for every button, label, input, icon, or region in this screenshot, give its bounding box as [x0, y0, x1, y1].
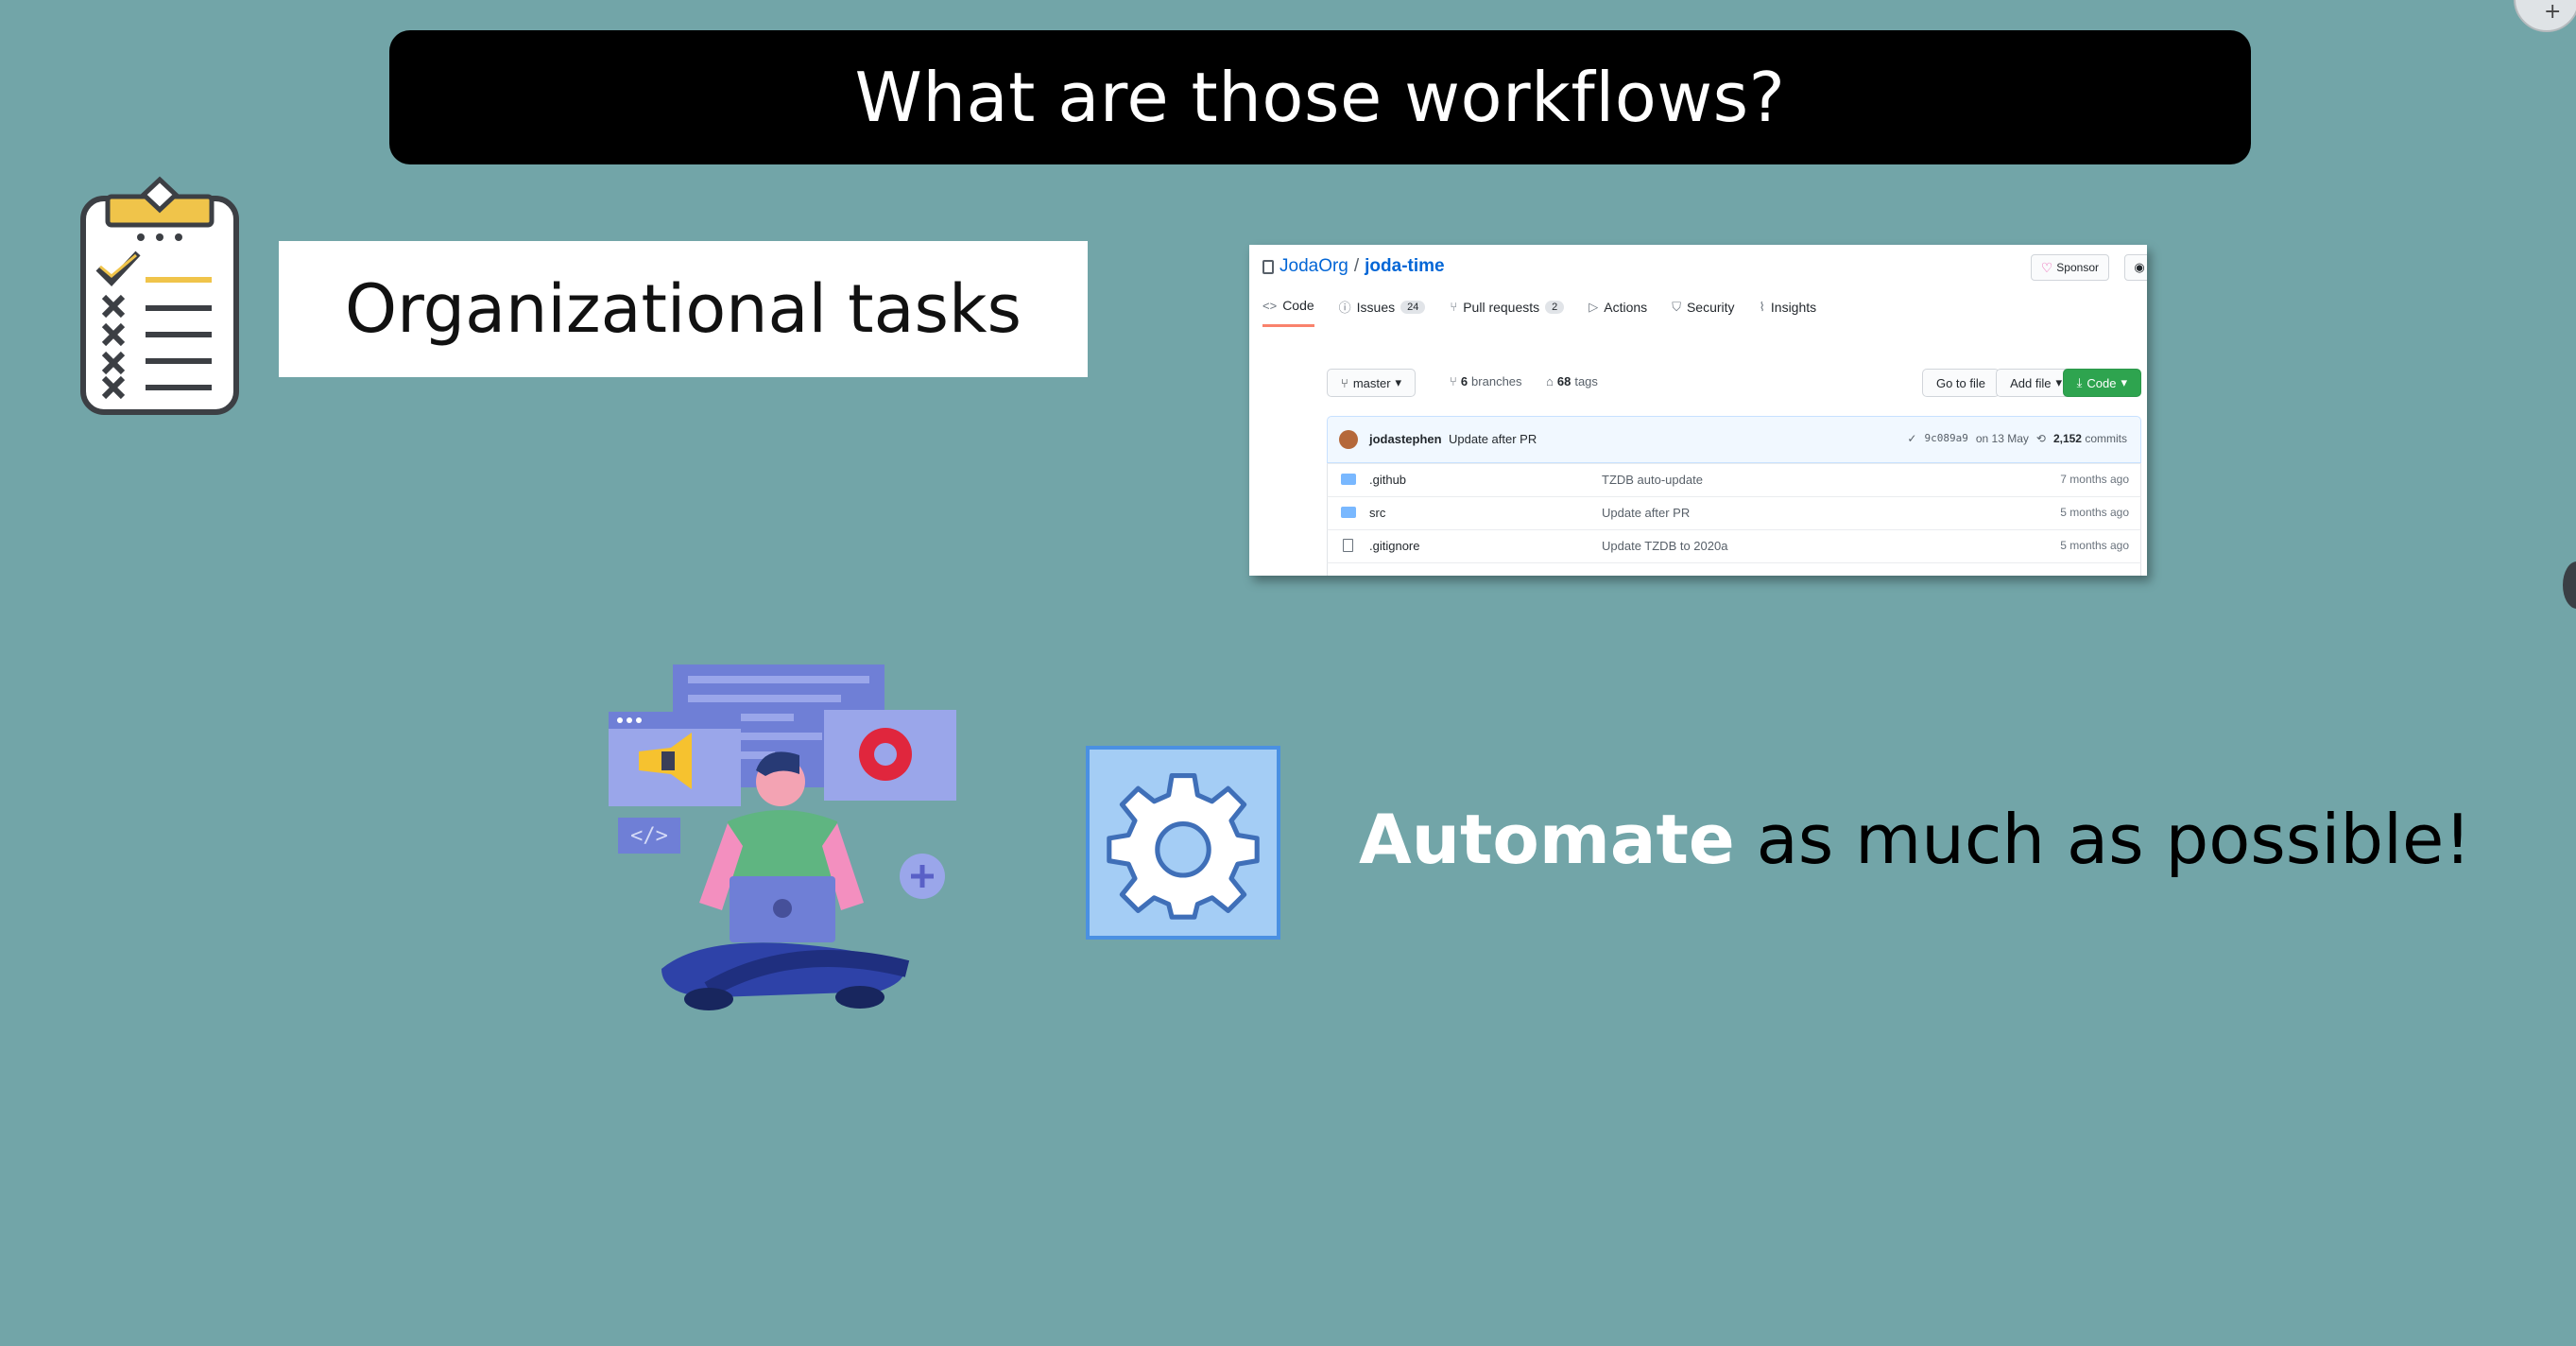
commit-meta: ✓ 9c089a9 on 13 May ⟲ 2,152 commits: [1907, 432, 2127, 445]
commits-label: commits: [2085, 432, 2127, 445]
edge-handle[interactable]: [2563, 561, 2576, 609]
tab-issues[interactable]: ⓘ Issues 24: [1339, 298, 1426, 327]
commit-author[interactable]: jodastephen: [1369, 432, 1442, 446]
pull-request-icon: ⑂: [1450, 300, 1458, 314]
repo-owner-link[interactable]: JodaOrg: [1279, 256, 1348, 277]
commit-hash[interactable]: 9c089a9: [1924, 432, 1967, 445]
file-row[interactable]: .github TZDB auto-update 7 months ago: [1327, 463, 2141, 497]
branches-link[interactable]: ⑂ 6 branches: [1450, 374, 1522, 388]
tab-pull-requests[interactable]: ⑂ Pull requests 2: [1450, 298, 1565, 327]
file-row[interactable]: src Update after PR 5 months ago: [1327, 496, 2141, 530]
tag-icon: ⌂: [1546, 374, 1554, 388]
file-name[interactable]: src: [1369, 506, 1385, 520]
repo-tabs: <> Code ⓘ Issues 24 ⑂ Pull requests 2 ▷ …: [1262, 298, 1816, 327]
gear-icon: [1107, 772, 1260, 920]
folder-icon: [1341, 507, 1356, 518]
add-overlay-button[interactable]: [2514, 0, 2576, 32]
clipboard-checklist-icon: [80, 176, 239, 415]
automate-statement: Automate as much as possible!: [1359, 800, 2471, 879]
settings-gear-box: [1086, 746, 1280, 940]
tags-label: tags: [1574, 374, 1598, 388]
graph-icon: ⌇: [1759, 299, 1765, 314]
tags-count: 68: [1556, 374, 1571, 388]
developer-illustration: </>: [609, 664, 956, 1010]
tab-insights-label: Insights: [1770, 299, 1817, 315]
automate-highlight: Automate: [1359, 800, 1735, 879]
tab-code[interactable]: <> Code: [1262, 298, 1314, 327]
tab-code-label: Code: [1282, 298, 1314, 313]
pull-requests-count-badge: 2: [1545, 300, 1565, 314]
file-age: 7 months ago: [2060, 473, 2129, 486]
repo-breadcrumb: JodaOrg / joda-time: [1262, 256, 1445, 277]
file-age: 5 months ago: [2060, 539, 2129, 552]
file-name[interactable]: .github: [1369, 473, 1406, 487]
file-name[interactable]: .gitignore: [1369, 539, 1419, 553]
commits-count: 2,152: [2052, 432, 2082, 445]
avatar[interactable]: [1339, 430, 1358, 449]
file-commit-message[interactable]: Update TZDB to 2020a: [1602, 539, 1727, 553]
tab-security[interactable]: ⛉ Security: [1672, 298, 1734, 327]
tab-pull-requests-label: Pull requests: [1463, 299, 1540, 315]
branch-icon: ⑂: [1341, 375, 1348, 390]
eye-icon: ◉: [2134, 260, 2145, 274]
slide-title: What are those workflows?: [854, 58, 1786, 137]
slide-title-bar: What are those workflows?: [389, 30, 2251, 164]
go-to-file-label: Go to file: [1935, 375, 1985, 390]
file-commit-message[interactable]: Update after PR: [1602, 506, 1690, 520]
svg-text:</>: </>: [630, 824, 668, 848]
branch-icon: ⑂: [1450, 374, 1457, 388]
code-icon: <>: [1262, 298, 1278, 313]
code-button-label: Code: [2087, 375, 2117, 390]
branch-select-button[interactable]: ⑂ master ▾: [1327, 369, 1417, 397]
tab-actions-label: Actions: [1604, 299, 1648, 315]
folder-icon: [1341, 474, 1356, 485]
download-icon: ⤓: [2076, 375, 2083, 389]
heart-icon: ♡: [2040, 259, 2053, 275]
file-toolbar: ⑂ master ▾ ⑂ 6 branches ⌂ 68 tags Go to …: [1327, 369, 2141, 399]
tab-insights[interactable]: ⌇ Insights: [1760, 298, 1817, 327]
sponsor-button[interactable]: ♡ Sponsor: [2030, 254, 2109, 281]
shield-icon: ⛉: [1672, 299, 1681, 314]
organizational-tasks-label: Organizational tasks: [345, 270, 1022, 348]
commit-message[interactable]: Update after PR: [1449, 432, 1537, 446]
branches-label: branches: [1471, 374, 1522, 388]
file-icon: [1343, 539, 1353, 552]
file-commit-message[interactable]: TZDB auto-update: [1602, 473, 1703, 487]
file-row[interactable]: .gitignore Update TZDB to 2020a 5 months…: [1327, 529, 2141, 563]
file-row[interactable]: [1327, 562, 2141, 576]
tab-issues-label: Issues: [1356, 299, 1396, 315]
sponsor-label: Sponsor: [2056, 261, 2099, 274]
issues-count-badge: 24: [1400, 300, 1426, 314]
chevron-down-icon: ▾: [2121, 375, 2127, 389]
repo-icon: [1262, 259, 1274, 274]
add-file-label: Add file: [2010, 375, 2052, 390]
repo-separator: /: [1353, 256, 1360, 276]
tab-security-label: Security: [1686, 299, 1735, 315]
chevron-down-icon: ▾: [2055, 375, 2062, 389]
commits-link[interactable]: 2,152 commits: [2053, 432, 2127, 445]
file-age: 5 months ago: [2060, 506, 2129, 519]
repo-name-link[interactable]: joda-time: [1365, 256, 1444, 277]
code-download-button[interactable]: ⤓ Code ▾: [2062, 369, 2141, 397]
issue-icon: ⓘ: [1338, 301, 1351, 315]
organizational-tasks-box: Organizational tasks: [279, 241, 1088, 377]
tab-actions[interactable]: ▷ Actions: [1589, 298, 1647, 327]
watch-button[interactable]: ◉: [2124, 254, 2147, 281]
chevron-down-icon: ▾: [1395, 375, 1402, 389]
branches-count: 6: [1460, 374, 1468, 388]
play-icon: ▷: [1589, 299, 1599, 314]
go-to-file-button[interactable]: Go to file: [1921, 369, 2000, 397]
history-icon: ⟲: [2035, 432, 2046, 445]
github-repo-screenshot: JodaOrg / joda-time ♡ Sponsor ◉ <> Code …: [1249, 245, 2147, 576]
latest-commit-bar: jodastephen Update after PR ✓ 9c089a9 on…: [1327, 416, 2141, 463]
tags-link[interactable]: ⌂ 68 tags: [1546, 374, 1598, 388]
automate-rest: as much as possible!: [1734, 800, 2472, 879]
check-icon: ✓: [1907, 432, 1917, 445]
branch-label: master: [1352, 375, 1391, 390]
commit-date: on 13 May: [1975, 432, 2029, 445]
